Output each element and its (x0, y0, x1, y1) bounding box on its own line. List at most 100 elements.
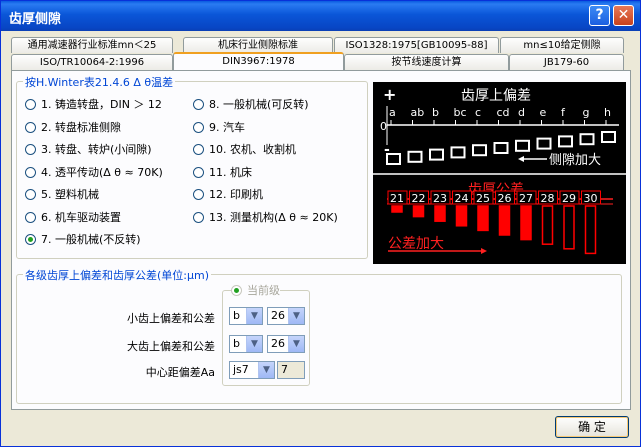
left-option[interactable]: 3. 转盘、转炉(小间隙) (25, 141, 152, 157)
upper-deviation-mark (493, 142, 509, 154)
center-fit-select[interactable]: js7 ▼ (229, 361, 275, 379)
tab-jb179[interactable]: JB179-60 (509, 54, 624, 70)
option-label: 2. 转盘标准侧隙 (41, 120, 121, 134)
left-option[interactable]: 5. 塑料机械 (25, 186, 99, 202)
gear-grade-select[interactable]: 26 ▼ (267, 335, 305, 353)
deviation-letter: e (540, 106, 547, 119)
radio-dot[interactable] (25, 144, 36, 155)
radio-dot[interactable] (193, 121, 204, 133)
tab-given-backlash[interactable]: mn≤10给定侧隙 (500, 37, 624, 53)
tolerance-bar (563, 205, 575, 250)
deviation-letter: bc (454, 106, 467, 119)
option-label: 1. 铸造转盘，DIN ＞ 12 (41, 98, 162, 111)
upper-deviation-mark (536, 137, 552, 150)
chevron-down-icon[interactable]: ▼ (246, 336, 262, 352)
ok-button[interactable]: 确 定 (555, 416, 629, 438)
option-label: 8. 一般机械(可反转) (209, 98, 309, 111)
pinion-grade-select[interactable]: 26 ▼ (267, 307, 305, 325)
pinion-deviation-select[interactable]: b ▼ (229, 307, 263, 325)
gear-deviation-select[interactable]: b ▼ (229, 335, 263, 353)
title-bar[interactable]: 齿厚侧隙 ? ✕ (1, 1, 640, 31)
grade-label: 28 (541, 192, 555, 205)
tolerance-bar (477, 205, 489, 232)
deviation-letter: a (389, 106, 396, 119)
right-option[interactable]: 10. 农机、收割机 (193, 141, 296, 157)
backlash-label: 侧隙加大 (549, 153, 601, 168)
tolerance-group: 各级齿厚上偏差和齿厚公差(单位:μm) 当前级 小齿上偏差和公差 b ▼ 26 ▼ … (16, 267, 622, 404)
center-distance-label: 中心距偏差Aa (145, 366, 215, 379)
left-option[interactable]: 2. 转盘标准侧隙 (25, 119, 121, 135)
option-label: 9. 汽车 (209, 120, 245, 134)
option-label: 5. 塑料机械 (41, 188, 99, 201)
option-label: 7. 一般机械(不反转) (41, 233, 141, 246)
deviation-letter: g (583, 106, 590, 119)
radio-dot[interactable] (193, 211, 204, 223)
upper-title: 齿厚上偏差 (461, 88, 531, 104)
grade-label: 27 (519, 192, 533, 205)
pinion-grade-value: 26 (271, 309, 285, 322)
center-distance-value: 7 (277, 361, 305, 379)
plus-sign: + (383, 85, 396, 104)
grade-label: 26 (498, 192, 512, 205)
window-title: 齿厚侧隙 (9, 12, 62, 27)
tab-pitch-speed[interactable]: 按节线速度计算 (344, 54, 509, 70)
pinion-label: 小齿上偏差和公差 (127, 312, 215, 325)
chevron-down-icon[interactable]: ▼ (246, 308, 262, 324)
left-option[interactable]: 7. 一般机械(不反转) (25, 231, 141, 247)
grade-label: 22 (412, 192, 426, 205)
deviation-letter: b (432, 106, 439, 119)
radio-dot[interactable] (193, 144, 204, 155)
chevron-down-icon[interactable]: ▼ (258, 362, 274, 378)
right-option[interactable]: 11. 机床 (193, 164, 252, 180)
close-button[interactable]: ✕ (613, 5, 634, 26)
grade-label: 29 (562, 192, 576, 205)
tab-panel: 按H.Winter表21.4.6 Δ θ温差 1. 铸造转盘，DIN ＞ 12 2… (11, 70, 631, 410)
radio-dot[interactable] (25, 99, 36, 110)
left-option[interactable]: 4. 透平传动(Δ θ ≈ 70K) (25, 164, 163, 180)
current-grade-radio: 当前级 (231, 282, 280, 298)
left-option[interactable]: 1. 铸造转盘，DIN ＞ 12 (25, 96, 162, 112)
right-option[interactable]: 9. 汽车 (193, 119, 245, 135)
tol-arrowhead (481, 248, 487, 254)
tab-machine-tool[interactable]: 机床行业侧隙标准 (183, 37, 333, 53)
radio-dot[interactable] (25, 121, 36, 133)
right-option[interactable]: 8. 一般机械(可反转) (193, 96, 309, 112)
right-option[interactable]: 13. 测量机构(Δ θ ≈ 20K) (193, 209, 338, 225)
radio-dot[interactable] (193, 166, 204, 178)
gear-deviation-value: b (233, 337, 240, 350)
help-button[interactable]: ? (589, 5, 610, 26)
radio-dot[interactable] (25, 234, 36, 245)
left-option[interactable]: 6. 机车驱动装置 (25, 209, 121, 225)
tolerance-bar (541, 205, 554, 245)
tab-iso1328[interactable]: ISO1328:1975[GB10095-88] (334, 37, 499, 53)
radio-dot[interactable] (25, 189, 36, 200)
chevron-down-icon[interactable]: ▼ (288, 308, 304, 324)
radio-dot[interactable] (193, 99, 204, 110)
tab-iso-tr10064[interactable]: ISO/TR10064-2:1996 (11, 54, 173, 70)
option-label: 4. 透平传动(Δ θ ≈ 70K) (41, 165, 163, 179)
zero-label: 0 (380, 120, 387, 133)
tolerance-bar (520, 205, 532, 241)
center-fit-value: js7 (233, 363, 249, 376)
tolerance-bar (498, 205, 511, 236)
grade-label: 30 (584, 192, 598, 205)
radio-dot (231, 285, 242, 296)
upper-deviation-mark (472, 144, 487, 157)
tab-strip: 通用减速器行业标准mn＜25 机床行业侧隙标准 ISO1328:1975[GB1… (11, 37, 631, 71)
right-option[interactable]: 12. 印刷机 (193, 186, 263, 202)
option-label: 6. 机车驱动装置 (41, 210, 121, 224)
radio-dot[interactable] (25, 211, 36, 223)
winter-group-title: 按H.Winter表21.4.6 Δ θ温差 (23, 74, 176, 90)
tolerance-bar (434, 205, 446, 222)
tol-label: 公差加大 (388, 236, 444, 252)
tolerance-bar (455, 205, 468, 227)
option-label: 12. 印刷机 (209, 188, 263, 201)
tolerance-group-title: 各级齿厚上偏差和齿厚公差(单位:μm) (23, 267, 212, 283)
chevron-down-icon[interactable]: ▼ (288, 336, 304, 352)
tab-general-reducer[interactable]: 通用减速器行业标准mn＜25 (11, 37, 173, 53)
deviation-letter: cd (497, 106, 510, 119)
tab-din3967[interactable]: DIN3967:1978 (173, 52, 344, 70)
radio-dot[interactable] (25, 166, 36, 178)
grade-label: 25 (476, 192, 490, 205)
radio-dot[interactable] (193, 189, 204, 200)
